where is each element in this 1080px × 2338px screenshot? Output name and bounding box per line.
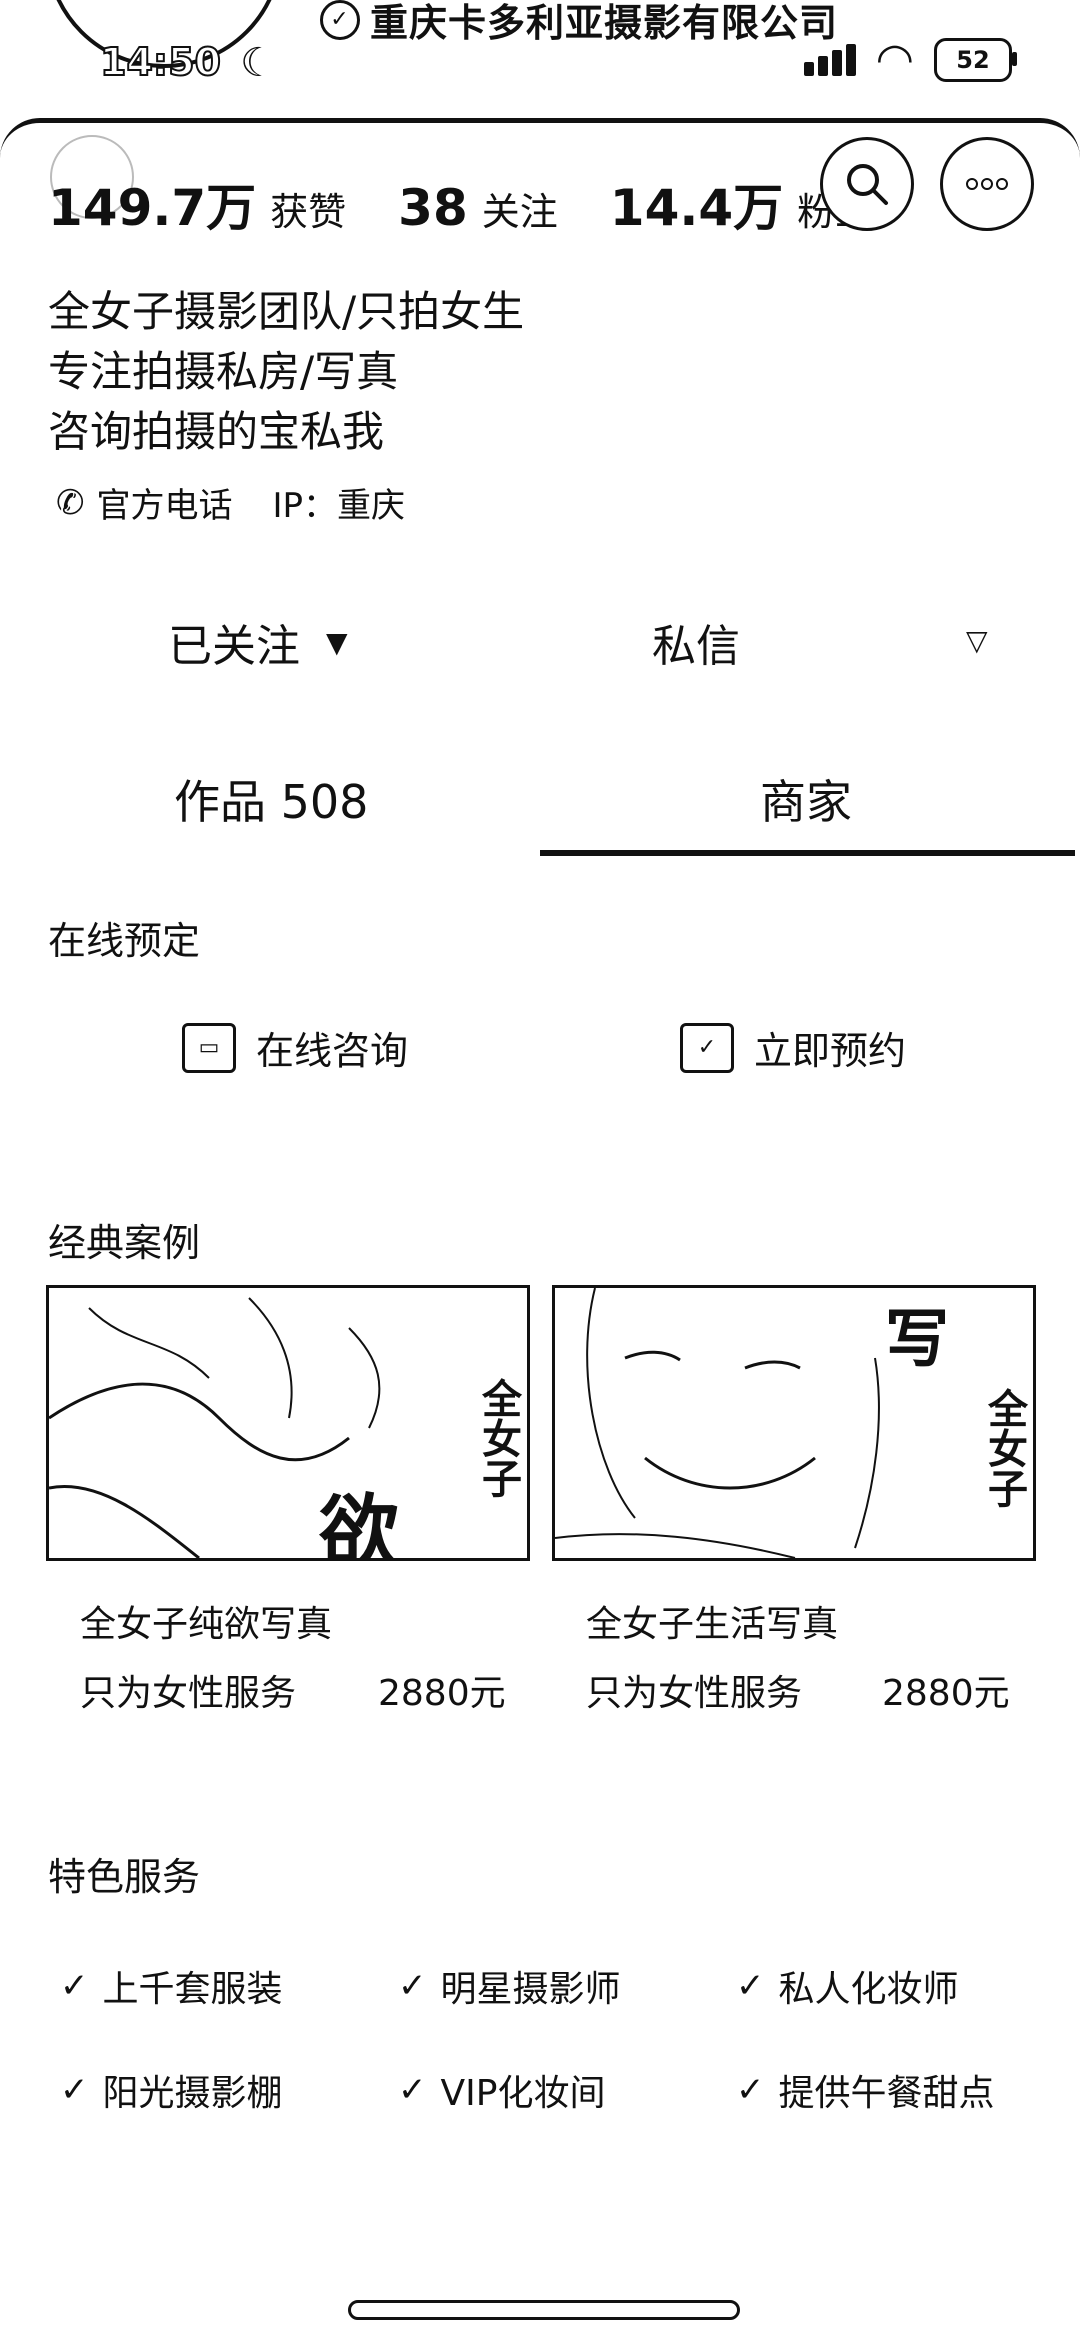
profile-meta: ✆ 官方电话 IP：重庆 bbox=[56, 478, 405, 527]
check-icon: ✓ bbox=[398, 2070, 427, 2110]
case-image-1[interactable]: 欲 全女子 bbox=[46, 1285, 530, 1561]
online-consult-button[interactable]: ▭ 在线咨询 bbox=[182, 1020, 408, 1075]
feature-item: ✓ 私人化妆师 bbox=[736, 1960, 959, 2012]
feature-item: ✓ 上千套服装 bbox=[60, 1960, 283, 2012]
case-overlay-big-2: 写 bbox=[885, 1303, 949, 1377]
phone-icon: ✆ bbox=[56, 482, 85, 523]
case-title-2[interactable]: 全女子生活写真 bbox=[586, 1595, 838, 1647]
bio-line-1: 全女子摄影团队/只拍女生 bbox=[48, 287, 525, 336]
phone-label: 官方电话 bbox=[96, 486, 233, 526]
case-overlay-big-1: 欲 bbox=[319, 1486, 399, 1561]
search-icon bbox=[847, 164, 888, 205]
case-image-2[interactable]: 写 全女子 bbox=[552, 1285, 1036, 1561]
cases-title: 经典案例 bbox=[48, 1221, 201, 1265]
message-label: 私信 bbox=[652, 621, 740, 672]
online-consult-label: 在线咨询 bbox=[256, 1029, 409, 1073]
bio-line-2: 专注拍摄私房/写真 bbox=[48, 347, 399, 396]
followers-count[interactable]: 14.4万 bbox=[610, 168, 783, 240]
feature-item: ✓ 提供午餐甜点 bbox=[736, 2064, 995, 2116]
feature-label: 明星摄影师 bbox=[440, 1969, 621, 2010]
calendar-icon: ✓ bbox=[680, 1022, 734, 1073]
feature-label: VIP化妆间 bbox=[440, 2073, 606, 2114]
following-label: 关注 bbox=[481, 190, 558, 234]
company-name-row: ✓ 重庆卡多利亚摄影有限公司 bbox=[320, 0, 838, 47]
chevron-down-icon: ▼ bbox=[326, 625, 348, 659]
case-price-1: 2880元 bbox=[378, 1673, 506, 1714]
company-name: 重庆卡多利亚摄影有限公司 bbox=[370, 1, 839, 45]
feature-item: ✓ VIP化妆间 bbox=[398, 2064, 605, 2116]
ip-location: IP：重庆 bbox=[272, 486, 406, 526]
case-overlay-1: 全女子 bbox=[475, 1378, 521, 1498]
more-button[interactable] bbox=[940, 137, 1034, 231]
check-icon: ✓ bbox=[398, 1966, 427, 2006]
expand-triangle-icon[interactable]: ▽ bbox=[966, 624, 988, 657]
feature-label: 阳光摄影棚 bbox=[102, 2073, 283, 2114]
bio-line-3: 咨询拍摄的宝私我 bbox=[48, 407, 385, 456]
case-overlay-2: 全女子 bbox=[981, 1388, 1027, 1508]
case-photo-sketch-2 bbox=[555, 1288, 880, 1558]
profile-stats: 149.7万 获赞 38 关注 14.4万 粉丝 bbox=[48, 168, 911, 240]
following-count[interactable]: 38 bbox=[398, 179, 468, 237]
active-tab-indicator bbox=[540, 850, 1075, 856]
phone-link[interactable]: ✆ 官方电话 bbox=[56, 478, 233, 527]
check-icon: ✓ bbox=[736, 2070, 765, 2110]
follow-button[interactable]: 已关注 ▼ bbox=[168, 610, 348, 674]
feature-label: 上千套服装 bbox=[102, 1969, 283, 2010]
feature-label: 提供午餐甜点 bbox=[778, 2073, 995, 2114]
case-photo-sketch-1 bbox=[49, 1297, 381, 1558]
case-subtitle-1: 只为女性服务 bbox=[80, 1673, 297, 1714]
likes-count[interactable]: 149.7万 bbox=[48, 168, 256, 240]
search-button[interactable] bbox=[820, 137, 914, 231]
battery-icon: 52 bbox=[934, 38, 1017, 82]
follow-label: 已关注 bbox=[168, 621, 300, 672]
check-icon: ✓ bbox=[736, 1966, 765, 2006]
feature-item: ✓ 明星摄影师 bbox=[398, 1960, 621, 2012]
features-title: 特色服务 bbox=[48, 1855, 201, 1899]
chat-icon: ▭ bbox=[182, 1022, 236, 1073]
moon-icon: ☾ bbox=[240, 40, 276, 86]
tab-business[interactable]: 商家 bbox=[760, 766, 852, 832]
message-button[interactable]: 私信 bbox=[652, 610, 740, 674]
reserve-label: 立即预约 bbox=[754, 1029, 907, 1073]
feature-label: 私人化妆师 bbox=[778, 1969, 959, 2010]
reserve-button[interactable]: ✓ 立即预约 bbox=[680, 1020, 906, 1075]
signal-icon bbox=[803, 44, 856, 76]
likes-label: 获赞 bbox=[270, 190, 347, 234]
verified-badge-icon: ✓ bbox=[320, 0, 360, 40]
check-icon: ✓ bbox=[60, 1966, 89, 2006]
case-title-1[interactable]: 全女子纯欲写真 bbox=[80, 1595, 332, 1647]
wifi-icon: ◠ bbox=[875, 34, 914, 85]
online-booking-title: 在线预定 bbox=[48, 919, 201, 963]
tab-works[interactable]: 作品 508 bbox=[174, 766, 368, 832]
status-time: 14:50 bbox=[99, 39, 222, 85]
battery-level: 52 bbox=[956, 46, 990, 74]
case-price-2: 2880元 bbox=[882, 1673, 1010, 1714]
feature-item: ✓ 阳光摄影棚 bbox=[60, 2064, 283, 2116]
case-subtitle-2: 只为女性服务 bbox=[586, 1673, 803, 1714]
more-icon bbox=[966, 178, 1008, 190]
home-indicator[interactable] bbox=[348, 2300, 740, 2320]
check-icon: ✓ bbox=[60, 2070, 89, 2110]
system-icons: ◠ 52 bbox=[803, 34, 1017, 85]
